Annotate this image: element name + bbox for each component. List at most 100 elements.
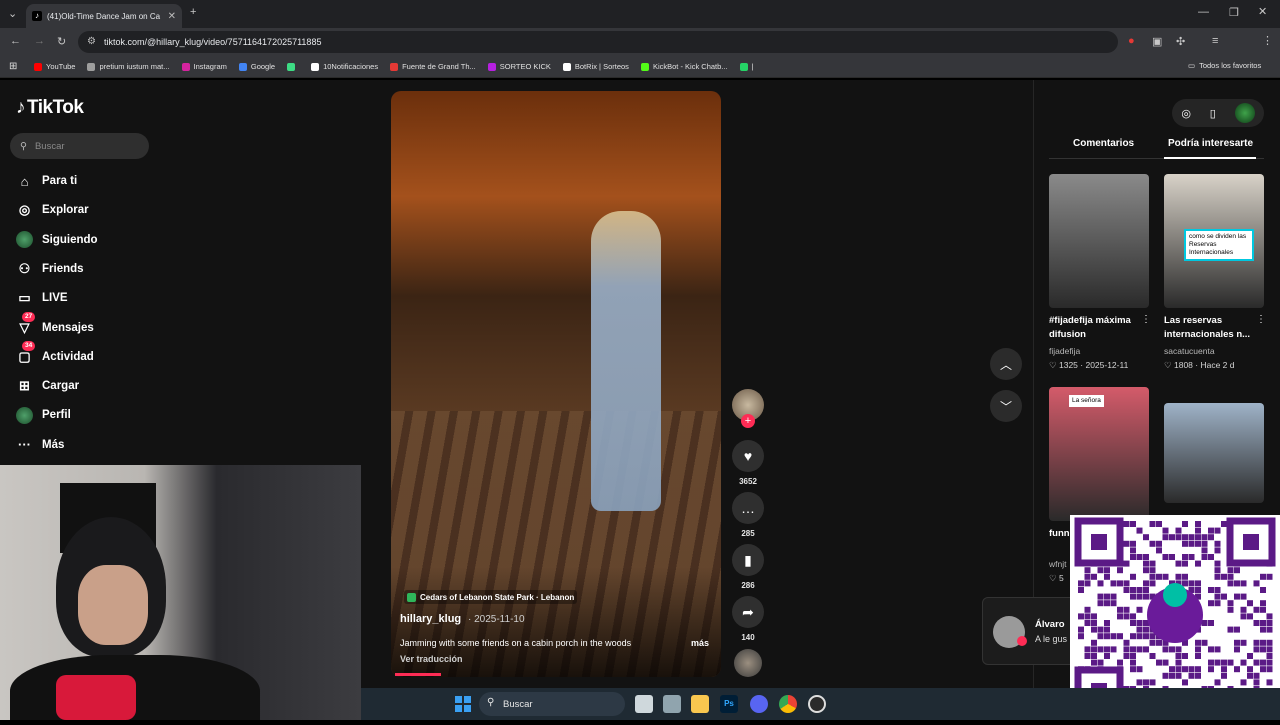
tiktok-logo[interactable]: ♪ TikTok bbox=[16, 97, 84, 119]
bookmark-label: | bbox=[751, 62, 754, 71]
sidebar-item-cargar[interactable]: ⊞ Cargar bbox=[16, 375, 166, 397]
search-input[interactable]: ⚲ Buscar bbox=[10, 133, 149, 159]
sidebar-item-ms[interactable]: ··· Más bbox=[16, 434, 166, 456]
share-button[interactable]: ➦ 140 bbox=[731, 596, 765, 642]
location-pin-icon bbox=[407, 592, 416, 602]
reload-icon[interactable]: ↻ bbox=[57, 35, 66, 48]
bookmark-item[interactable]: BotRix | Sorteos bbox=[562, 62, 629, 71]
tab-comentarios[interactable]: Comentarios bbox=[1073, 138, 1134, 149]
bookmark-label: SORTEO KICK bbox=[499, 62, 551, 71]
location-tag[interactable]: Cedars of Lebanon State Park · Lebanon bbox=[404, 590, 578, 604]
profile-avatar-icon[interactable] bbox=[1234, 103, 1255, 123]
bookmark-favicon-icon bbox=[640, 62, 649, 71]
close-tab-icon[interactable]: ✕ bbox=[168, 11, 176, 22]
recommendation-thumbnail[interactable] bbox=[1164, 403, 1264, 503]
menu-kebab-icon[interactable]: ⋮ bbox=[1262, 34, 1273, 47]
sidebar-item-actividad[interactable]: ▢ 34 Actividad bbox=[16, 341, 166, 368]
sidebar-item-perfil[interactable]: Perfil bbox=[16, 404, 166, 426]
more-options-icon[interactable]: ⋮ bbox=[1141, 314, 1151, 325]
restore-icon[interactable]: ❐ bbox=[1229, 6, 1239, 19]
sidebar-item-explorar[interactable]: ◎ Explorar bbox=[16, 199, 166, 221]
microphone bbox=[56, 675, 136, 720]
obs-icon[interactable] bbox=[808, 695, 826, 713]
bookmark-favicon-icon bbox=[390, 62, 399, 71]
bookmark-item[interactable]: SORTEO KICK bbox=[487, 62, 551, 71]
app-icon[interactable] bbox=[663, 695, 681, 713]
reading-list-icon[interactable]: ≡ bbox=[1212, 35, 1218, 47]
photoshop-icon[interactable]: Ps bbox=[720, 695, 738, 713]
close-window-icon[interactable]: ✕ bbox=[1258, 5, 1267, 18]
url-text: tiktok.com/@hillary_klug/video/757116417… bbox=[104, 37, 322, 47]
follow-plus-icon[interactable]: + bbox=[741, 414, 755, 428]
bookmark-item[interactable]: | bbox=[739, 62, 754, 71]
recommendation-thumbnail[interactable]: La señora bbox=[1049, 387, 1149, 521]
bookmark-item[interactable]: YouTube bbox=[34, 62, 75, 71]
bookmark-label: Google bbox=[250, 62, 276, 71]
sidebar-item-label: Mensajes bbox=[42, 321, 94, 334]
caption-more-button[interactable]: más bbox=[691, 638, 709, 648]
search-icon: ⚲ bbox=[20, 140, 27, 152]
bookmark-item[interactable]: Google bbox=[238, 62, 276, 71]
recommendation-author[interactable]: sacatucuenta bbox=[1164, 346, 1215, 356]
bookmark-icon: ▮ bbox=[732, 544, 764, 576]
tab-podria-interesarte[interactable]: Podría interesarte bbox=[1168, 138, 1253, 149]
sidebar-item-friends[interactable]: ⚇ Friends bbox=[16, 258, 166, 280]
task-view-icon[interactable] bbox=[635, 695, 653, 713]
site-info-icon[interactable]: ⚙ bbox=[87, 36, 96, 47]
file-explorer-icon[interactable] bbox=[691, 695, 709, 713]
bookmark-item[interactable]: Fuente de Grand Th... bbox=[390, 62, 476, 71]
bookmark-favicon-icon bbox=[34, 62, 42, 71]
back-icon[interactable]: ← bbox=[10, 35, 21, 47]
sidebar-item-mensajes[interactable]: ▽ 27 Mensajes bbox=[16, 312, 166, 339]
recommendation-author[interactable]: wfnjt bbox=[1049, 559, 1066, 569]
extension-icon[interactable]: ● bbox=[1128, 35, 1135, 47]
browser-tab-bar: ⌄ — ❐ ✕ + bbox=[0, 0, 1280, 28]
video-author[interactable]: hillary_klug bbox=[400, 613, 461, 625]
comment-button[interactable]: … 285 bbox=[731, 492, 765, 538]
recommendation-thumbnail[interactable]: como se dividen las Reservas Internacion… bbox=[1164, 174, 1264, 308]
sound-disc[interactable] bbox=[734, 649, 762, 677]
all-favorites-label: Todos los favoritos bbox=[1199, 61, 1262, 70]
active-tab-indicator bbox=[1164, 157, 1256, 159]
sidebar-item-siguiendo[interactable]: Siguiendo bbox=[16, 229, 166, 251]
browser-tab[interactable]: ♪ (41)Old-Time Dance Jam on Ca ✕ bbox=[26, 4, 182, 28]
sidebar-item-label: Explorar bbox=[42, 204, 89, 217]
bookmark-item[interactable]: 10Notificaciones bbox=[311, 62, 378, 71]
windows-start-icon[interactable] bbox=[455, 696, 471, 712]
forward-icon[interactable]: → bbox=[34, 35, 45, 47]
bookmark-item[interactable]: pretium iustum mat... bbox=[87, 62, 170, 71]
bookmark-item[interactable]: Instagram bbox=[181, 62, 227, 71]
all-favorites-folder[interactable]: ▭ Todos los favoritos bbox=[1188, 61, 1261, 70]
like-badge-icon bbox=[1017, 636, 1027, 646]
recommendation-author[interactable]: fijadefija bbox=[1049, 346, 1080, 356]
minimize-icon[interactable]: — bbox=[1198, 6, 1209, 18]
bookmark-item[interactable]: KickBot - Kick Chatb... bbox=[640, 62, 728, 71]
save-button[interactable]: ▮ 286 bbox=[731, 544, 765, 590]
sidebar-item-parati[interactable]: ⌂ Para ti bbox=[16, 170, 166, 192]
extension-icon[interactable]: ▣ bbox=[1152, 35, 1162, 48]
new-tab-icon[interactable]: + bbox=[190, 6, 196, 18]
previous-video-button[interactable]: ︿ bbox=[990, 348, 1022, 380]
recommendation-date: Hace 2 d bbox=[1200, 360, 1235, 370]
more-icon: ··· bbox=[18, 437, 31, 453]
thumbnail-overlay-text: como se dividen las Reservas Internacion… bbox=[1184, 229, 1254, 261]
extensions-puzzle-icon[interactable]: ✣ bbox=[1176, 35, 1185, 48]
video-progress-bar[interactable] bbox=[395, 673, 442, 676]
next-video-button[interactable]: ﹀ bbox=[990, 390, 1022, 422]
recommendation-thumbnail[interactable] bbox=[1049, 174, 1149, 308]
like-button[interactable]: ♥ 3652 bbox=[731, 440, 765, 486]
chrome-icon[interactable] bbox=[779, 695, 797, 713]
tab-search-icon[interactable]: ⌄ bbox=[8, 7, 17, 20]
more-options-icon[interactable]: ⋮ bbox=[1256, 314, 1266, 325]
apps-grid-icon[interactable]: ⊞ bbox=[9, 61, 17, 72]
coin-icon[interactable]: ◎ bbox=[1181, 107, 1191, 120]
translate-button[interactable]: Ver traducción bbox=[400, 654, 463, 664]
device-icon[interactable]: ▯ bbox=[1210, 107, 1216, 120]
taskbar-search[interactable]: ⚲ Buscar bbox=[479, 692, 625, 716]
bookmark-label: Instagram bbox=[193, 62, 227, 71]
sidebar-item-live[interactable]: ▭ LIVE bbox=[16, 287, 166, 309]
discord-icon[interactable] bbox=[750, 695, 768, 713]
bookmark-favicon-icon bbox=[562, 62, 571, 71]
bookmark-item[interactable] bbox=[287, 62, 299, 71]
address-bar[interactable]: ⚙ tiktok.com/@hillary_klug/video/7571164… bbox=[78, 31, 1118, 53]
